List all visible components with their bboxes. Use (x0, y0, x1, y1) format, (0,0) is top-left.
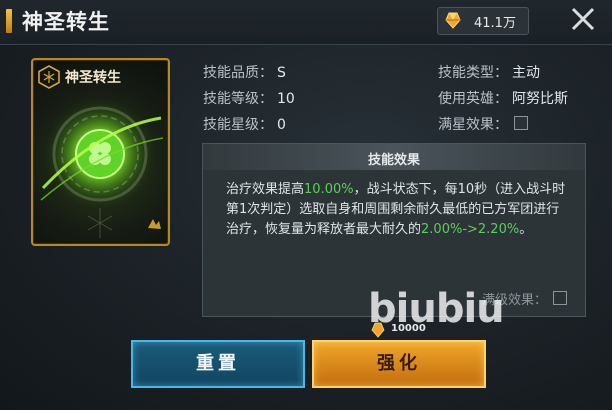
effect-description: 治疗效果提高10.00%，战斗状态下，每10秒（进入战斗时第1次判定）选取自身和… (226, 180, 571, 240)
effect-highlight-1: 10.00% (304, 182, 354, 197)
hero-row: 使用英雄： 阿努比斯 (438, 88, 568, 108)
skill-quality-label: 技能品质： (203, 65, 273, 81)
close-icon[interactable] (568, 4, 598, 34)
skill-star-label: 技能星级： (203, 117, 273, 133)
title-bar: 神圣转生 41.1万 (0, 0, 612, 45)
upgrade-cost-value: 10000 (391, 323, 426, 334)
green-clover-orb-icon (40, 94, 164, 238)
skill-level-label: 技能等级： (203, 91, 273, 107)
skill-level-value: 10 (277, 91, 295, 107)
skill-quality-value: S (277, 65, 286, 81)
gold-crystal-icon (445, 12, 461, 29)
currency-display[interactable]: 41.1万 (437, 7, 529, 35)
page-title: 神圣转生 (22, 10, 110, 34)
full-star-label: 满星效果： (438, 117, 508, 133)
full-star-checkbox[interactable] (514, 116, 528, 130)
skill-quality-row: 技能品质： S (203, 62, 286, 82)
effect-text-3: 。 (519, 222, 533, 237)
full-star-row: 满星效果： (438, 114, 508, 134)
skill-type-value: 主动 (512, 65, 540, 81)
gold-crystal-icon (371, 322, 385, 338)
hero-label: 使用英雄： (438, 91, 508, 107)
skill-star-row: 技能星级： 0 (203, 114, 286, 134)
title-accent-bar (6, 9, 12, 33)
hero-value: 阿努比斯 (512, 91, 568, 107)
skill-card: 神圣转生 (31, 58, 170, 246)
skill-level-row: 技能等级： 10 (203, 88, 295, 108)
max-level-checkbox[interactable] (553, 291, 567, 305)
upgrade-button[interactable]: 强化 (312, 340, 486, 388)
hexagon-emblem-icon (38, 65, 60, 89)
effect-highlight-2: 2.00%->2.20% (421, 222, 520, 237)
reset-button[interactable]: 重置 (131, 340, 305, 388)
currency-value: 41.1万 (474, 16, 516, 31)
effect-text-1: 治疗效果提高 (226, 182, 305, 197)
effect-header: 技能效果 (203, 144, 585, 170)
skill-card-name: 神圣转生 (65, 70, 121, 86)
skill-star-value: 0 (277, 117, 286, 133)
effect-title: 技能效果 (367, 153, 420, 168)
skill-type-row: 技能类型： 主动 (438, 62, 540, 82)
upgrade-cost: 10000 (371, 322, 426, 340)
skill-type-label: 技能类型： (438, 65, 508, 81)
